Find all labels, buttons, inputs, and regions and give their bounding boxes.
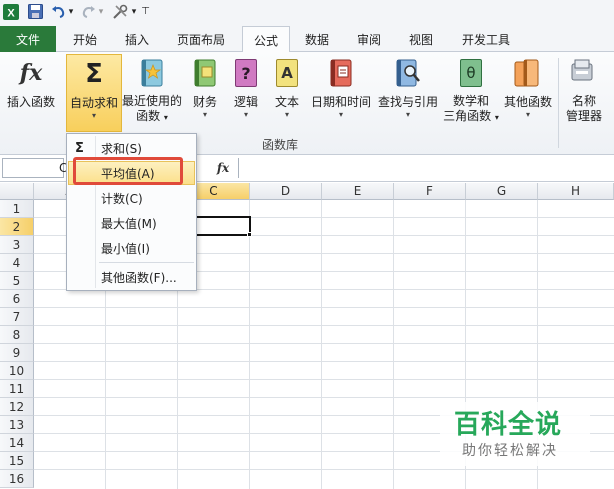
row-header[interactable]: 3 bbox=[0, 236, 34, 254]
date-time-button[interactable]: 日期和时间 ▾ bbox=[310, 56, 372, 120]
name-box[interactable]: C bbox=[2, 158, 67, 178]
math-book-icon: θ bbox=[456, 56, 486, 90]
more-functions-dropdown-icon: ▾ bbox=[525, 110, 530, 119]
row-header[interactable]: 16 bbox=[0, 470, 34, 488]
column-header[interactable]: D bbox=[250, 183, 322, 200]
grid-line bbox=[249, 200, 250, 489]
grid-line bbox=[34, 379, 614, 380]
row-header-selected[interactable]: 2 bbox=[0, 218, 34, 236]
financial-dropdown-icon: ▾ bbox=[202, 110, 207, 119]
autosum-button[interactable]: Σ 自动求和 ▾ bbox=[66, 54, 122, 132]
tab-data[interactable]: 数据 bbox=[294, 27, 340, 52]
tab-insert[interactable]: 插入 bbox=[114, 27, 160, 52]
row-header[interactable]: 6 bbox=[0, 290, 34, 308]
formula-input[interactable] bbox=[238, 158, 614, 178]
row-header[interactable]: 5 bbox=[0, 272, 34, 290]
row-header[interactable]: 1 bbox=[0, 200, 34, 218]
date-book-icon bbox=[326, 56, 356, 90]
math-trig-button[interactable]: θ 数学和 三角函数 ▾ bbox=[440, 56, 502, 125]
more-functions-books-icon bbox=[513, 56, 543, 90]
excel-logo-icon[interactable]: X bbox=[3, 3, 19, 20]
watermark-title: 百科全说 bbox=[454, 410, 563, 440]
name-manager-icon bbox=[569, 56, 599, 90]
row-header[interactable]: 15 bbox=[0, 452, 34, 470]
autosum-dropdown-icon: ▾ bbox=[91, 111, 96, 120]
watermark-subtitle: 助你轻松解决 bbox=[462, 443, 558, 459]
lookup-book-icon bbox=[393, 56, 423, 90]
tab-review[interactable]: 审阅 bbox=[346, 27, 392, 52]
grid-line bbox=[34, 325, 614, 326]
insert-function-fx-button[interactable]: fx bbox=[210, 158, 236, 178]
svg-text:X: X bbox=[7, 7, 15, 19]
save-icon[interactable] bbox=[27, 3, 43, 20]
grid-line bbox=[34, 469, 614, 470]
fx-icon: fx bbox=[19, 60, 43, 86]
name-manager-button[interactable]: 名称 管理器 bbox=[562, 56, 606, 124]
text-button[interactable]: A 文本 ▾ bbox=[270, 56, 304, 120]
tab-home[interactable]: 开始 bbox=[62, 27, 108, 52]
more-functions-button[interactable]: 其他函数 ▾ bbox=[502, 56, 554, 120]
logical-book-icon: ? bbox=[231, 56, 261, 90]
customize-toolbar-icon[interactable]: ⊤ bbox=[141, 3, 150, 20]
tab-page-layout[interactable]: 页面布局 bbox=[166, 27, 236, 52]
tab-formulas[interactable]: 公式 bbox=[242, 26, 290, 54]
row-header[interactable]: 4 bbox=[0, 254, 34, 272]
grid-line bbox=[34, 361, 614, 362]
column-header[interactable]: G bbox=[466, 183, 538, 200]
financial-button[interactable]: 财务 ▾ bbox=[188, 56, 222, 120]
sigma-icon: Σ bbox=[75, 140, 84, 156]
logical-button[interactable]: ? 逻辑 ▾ bbox=[229, 56, 263, 120]
recently-used-button[interactable]: 最近使用的 函数 ▾ bbox=[122, 56, 182, 125]
group-separator bbox=[558, 58, 559, 148]
grid-line bbox=[321, 200, 322, 489]
tab-developer[interactable]: 开发工具 bbox=[450, 27, 522, 52]
menu-item-max[interactable]: 最大值(M) bbox=[68, 211, 195, 235]
row-header[interactable]: 13 bbox=[0, 416, 34, 434]
row-header[interactable]: 10 bbox=[0, 362, 34, 380]
ribbon-tabs: 文件 开始 插入 页面布局 公式 数据 审阅 视图 开发工具 bbox=[0, 24, 614, 54]
date-time-dropdown-icon: ▾ bbox=[338, 110, 343, 119]
insert-function-button[interactable]: fx 插入函数 bbox=[4, 56, 58, 110]
logical-dropdown-icon: ▾ bbox=[243, 110, 248, 119]
tools-icon[interactable] bbox=[111, 3, 129, 20]
tab-file[interactable]: 文件 bbox=[0, 26, 56, 52]
text-dropdown-icon: ▾ bbox=[284, 110, 289, 119]
sigma-icon: Σ bbox=[85, 59, 103, 89]
row-header[interactable]: 9 bbox=[0, 344, 34, 362]
menu-item-min[interactable]: 最小值(I) bbox=[68, 236, 195, 260]
row-header[interactable]: 8 bbox=[0, 326, 34, 344]
star-book-icon bbox=[137, 56, 167, 90]
grid-line bbox=[34, 307, 614, 308]
lookup-dropdown-icon: ▾ bbox=[405, 110, 410, 119]
row-header[interactable]: 14 bbox=[0, 434, 34, 452]
lookup-reference-button[interactable]: 查找与引用 ▾ bbox=[376, 56, 440, 120]
quick-access-toolbar: X ▾ ▾ ▾ ⊤ bbox=[0, 0, 614, 24]
fill-handle[interactable] bbox=[247, 232, 252, 237]
column-header[interactable]: E bbox=[322, 183, 394, 200]
row-header[interactable]: 12 bbox=[0, 398, 34, 416]
tab-view[interactable]: 视图 bbox=[398, 27, 444, 52]
tools-dropdown-icon[interactable]: ▾ bbox=[130, 3, 138, 20]
financial-book-icon bbox=[190, 56, 220, 90]
red-callout-box bbox=[73, 157, 183, 185]
undo-dropdown-icon[interactable]: ▾ bbox=[67, 3, 75, 20]
column-header[interactable]: H bbox=[538, 183, 614, 200]
grid-line bbox=[34, 343, 614, 344]
row-header[interactable]: 11 bbox=[0, 380, 34, 398]
row-header[interactable]: 7 bbox=[0, 308, 34, 326]
menu-item-count[interactable]: 计数(C) bbox=[68, 186, 195, 210]
column-header[interactable]: F bbox=[394, 183, 466, 200]
grid-line bbox=[393, 200, 394, 489]
redo-dropdown-icon[interactable]: ▾ bbox=[97, 3, 105, 20]
grid-line bbox=[34, 397, 614, 398]
menu-item-more-functions[interactable]: 其他函数(F)... bbox=[68, 265, 195, 289]
menu-separator bbox=[99, 262, 194, 263]
text-book-icon: A bbox=[272, 56, 302, 90]
select-all-corner[interactable] bbox=[0, 183, 34, 200]
undo-icon[interactable] bbox=[50, 3, 66, 20]
redo-icon[interactable] bbox=[80, 3, 96, 20]
